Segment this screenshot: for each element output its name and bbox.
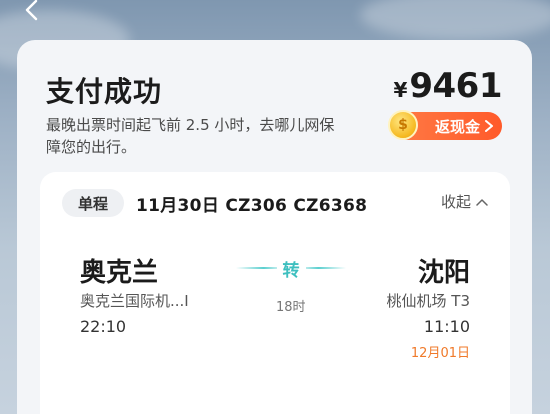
price-amount: 9461 xyxy=(409,66,502,106)
departure-airport: 奥克兰国际机...I xyxy=(80,292,189,310)
departure-city: 奥克兰 xyxy=(80,258,159,288)
page-title: 支付成功 xyxy=(46,75,163,108)
arrival-time: 11:10 xyxy=(423,317,470,336)
coin-icon: $ xyxy=(388,110,418,140)
trip-type-badge: 单程 xyxy=(62,189,124,217)
arrival-airport: 桃仙机场 T3 xyxy=(386,292,470,310)
transfer-label: 转 xyxy=(276,255,306,281)
transfer-indicator: 转 xyxy=(236,255,346,281)
currency-symbol: ¥ xyxy=(393,78,408,102)
payment-result-card: 支付成功 最晚出票时间起飞前 2.5 小时，去哪儿网保障您的出行。 ¥ 9461… xyxy=(17,40,532,414)
arrival-city: 沈阳 xyxy=(417,258,470,288)
cashback-label: 返现金 xyxy=(434,117,480,136)
departure-time: 22:10 xyxy=(80,317,127,336)
chevron-left-icon xyxy=(25,0,38,21)
flight-date-numbers: 11月30日 CZ306 CZ6368 xyxy=(136,196,368,216)
cashback-button[interactable]: $ 返现金 xyxy=(388,110,502,140)
chevron-right-icon xyxy=(485,120,493,132)
flight-duration: 18时 xyxy=(276,300,306,315)
total-price: ¥ 9461 xyxy=(393,66,502,106)
arrival-date: 12月01日 xyxy=(410,346,470,361)
back-button[interactable] xyxy=(18,0,46,24)
flight-detail-card: 单程 11月30日 CZ306 CZ6368 收起 奥克兰 奥克兰国际机...I… xyxy=(40,172,510,414)
collapse-button[interactable]: 收起 xyxy=(441,191,488,212)
collapse-label: 收起 xyxy=(440,193,471,211)
chevron-up-icon xyxy=(476,198,488,206)
ticket-notice: 最晚出票时间起飞前 2.5 小时，去哪儿网保障您的出行。 xyxy=(46,116,335,156)
